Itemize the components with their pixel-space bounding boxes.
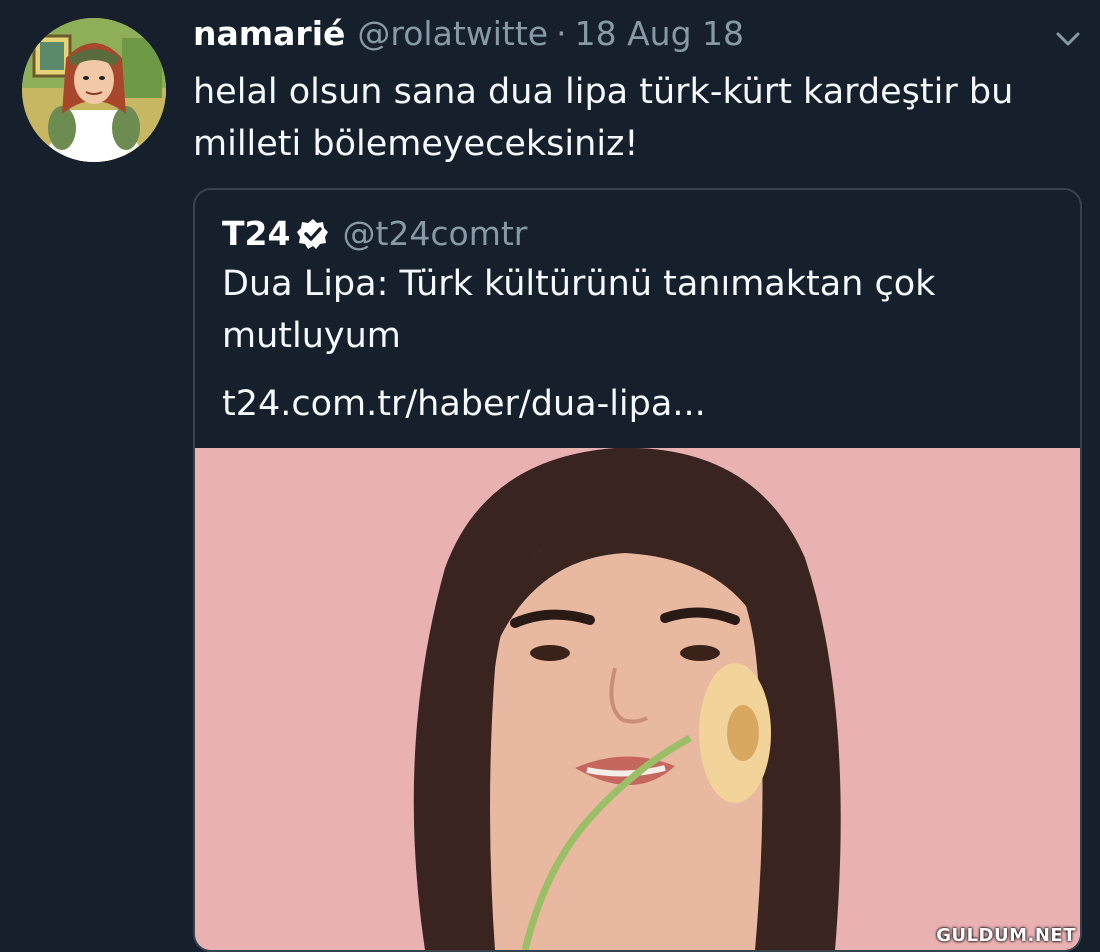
quoted-user-handle[interactable]: @t24comtr — [342, 214, 527, 253]
cartoon-avatar-icon — [22, 18, 166, 162]
separator-dot: · — [556, 14, 567, 53]
quoted-tweet-link[interactable]: t24.com.tr/haber/dua-lipa... — [222, 378, 706, 430]
watermark: GULDUM.NET — [936, 925, 1076, 946]
portrait-photo[interactable]: GULDUM.NET — [195, 448, 1080, 950]
tweet-timestamp[interactable]: 18 Aug 18 — [575, 14, 744, 53]
portrait-photo-image — [195, 448, 1080, 950]
quoted-tweet-card[interactable]: T24 @t24comtr Dua Lipa: Türk kültürünü t… — [193, 188, 1082, 952]
tweet-header: namarié @rolatwitte · 18 Aug 18 — [193, 14, 744, 58]
verified-badge-icon — [297, 218, 329, 249]
quoted-tweet-header: T24 @t24comtr — [222, 214, 527, 253]
display-name[interactable]: namarié — [193, 14, 345, 53]
tweet-text: helal olsun sana dua lipa türk-kürt kard… — [193, 72, 1014, 164]
quoted-tweet-text: Dua Lipa: Türk kültürünü tanımaktan çok … — [222, 264, 936, 356]
chevron-down-icon[interactable] — [1052, 28, 1084, 50]
user-handle[interactable]: @rolatwitte — [357, 14, 548, 53]
user-avatar[interactable] — [22, 18, 166, 162]
quoted-display-name[interactable]: T24 — [222, 214, 290, 253]
